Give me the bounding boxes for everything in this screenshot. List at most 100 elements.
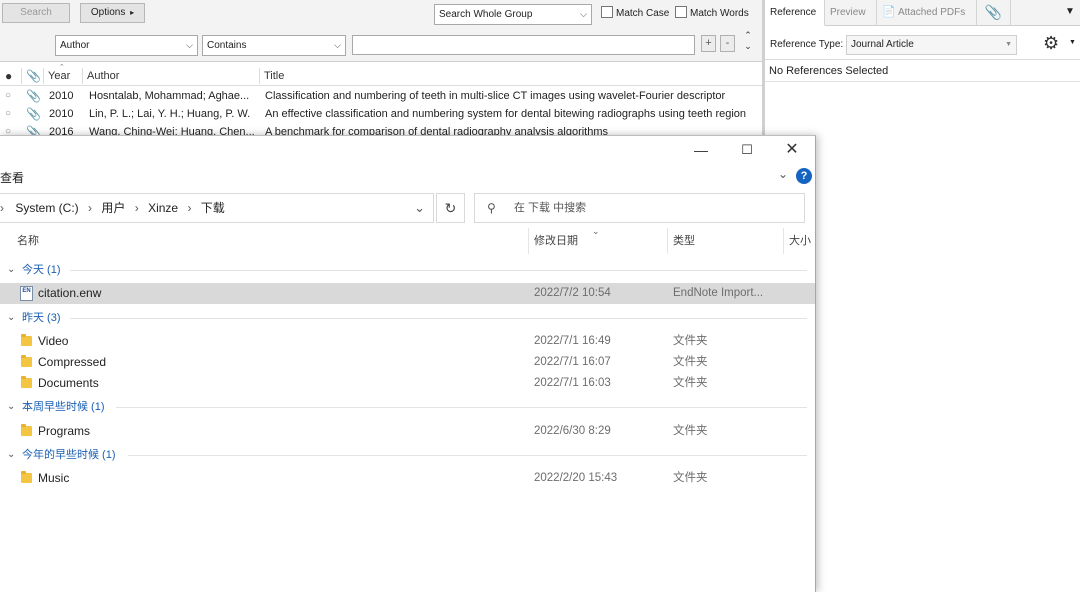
chevron-down-icon[interactable]: ▼ [1069,39,1076,46]
reference-row[interactable]: ○ 📎 2010 Hosntalab, Mohammad; Aghae... C… [0,87,762,105]
file-explorer-window: — ☐ ✕ 查看 ⌄ ? › System (C:) › 用户 › Xinze … [0,135,816,592]
column-separator [82,68,83,84]
search-scope-select[interactable]: Search Whole Group ⌵ [434,4,592,25]
chevron-down-icon: ⌵ [334,40,341,50]
breadcrumb-chevron-icon: › [187,201,192,215]
folder-icon [21,355,32,367]
ribbon-tab-view[interactable]: 查看 [0,169,24,186]
checkbox-box [601,6,613,18]
file-date: 2022/7/1 16:03 [534,377,611,389]
file-name: citation.enw [38,286,102,300]
group-header[interactable]: ⌄ 今年的早些时候 (1) [0,446,815,464]
breadcrumb-downloads[interactable]: 下载 [201,201,225,215]
explorer-address-row: › System (C:) › 用户 › Xinze › 下载 ⌄ ↻ ⚲ 在 … [0,192,815,224]
match-case-checkbox[interactable]: Match Case [601,6,669,21]
file-row[interactable]: Documents 2022/7/1 16:03 文件夹 [0,373,815,394]
options-label: Options [90,7,126,18]
breadcrumb-user[interactable]: Xinze [148,201,178,215]
attachment-column-icon[interactable]: 📎 [26,68,41,84]
file-row[interactable]: Compressed 2022/7/1 16:07 文件夹 [0,352,815,373]
tab-reference[interactable]: Reference [765,0,825,26]
enw-icon-label: EN [22,288,31,294]
group-header[interactable]: ⌄ 今天 (1) [0,261,815,279]
minimize-button[interactable]: — [678,136,724,166]
file-row[interactable]: EN citation.enw 2022/7/2 10:54 EndNote I… [0,283,815,304]
reference-year: 2010 [49,90,74,102]
settings-gear-icon[interactable]: ⚙ [1043,33,1059,54]
group-collapse-chevron-icon: ⌄ [7,449,16,460]
match-words-checkbox[interactable]: Match Words [675,6,749,21]
group-label: 昨天 (3) [22,312,61,324]
file-date: 2022/7/2 10:54 [534,287,611,299]
chevron-down-icon: ⌵ [580,9,587,19]
options-button[interactable]: Options ▸ [80,3,145,23]
maximize-button[interactable]: ☐ [724,136,770,166]
scroll-arrows-icon[interactable]: ⌃ ⌄ [742,30,754,52]
search-placeholder: 在 下载 中搜索 [514,202,587,214]
expand-ribbon-chevron-icon[interactable]: ⌄ [778,167,788,181]
close-button[interactable]: ✕ [769,136,815,166]
breadcrumb-chevron-icon: › [134,201,139,215]
search-value-input[interactable] [352,35,695,55]
group-header[interactable]: ⌄ 本周早些时候 (1) [0,398,815,416]
search-button[interactable]: Search [2,3,70,23]
tab-preview[interactable]: Preview [825,0,877,26]
file-name: Compressed [38,355,107,369]
reference-title: An effective classification and numberin… [265,108,747,120]
condition-select[interactable]: Contains ⌵ [202,35,346,56]
read-status-column-icon[interactable]: ● [5,68,12,84]
column-separator [528,228,529,254]
column-title[interactable]: Title [264,68,284,84]
field-select[interactable]: Author ⌵ [55,35,198,56]
column-author[interactable]: Author [87,68,119,84]
file-date: 2022/7/1 16:49 [534,335,611,347]
explorer-title-bar[interactable]: — ☐ ✕ [0,136,815,166]
sort-descending-icon: ⌄ [592,226,600,236]
reference-list-header: ● 📎 Year ⌃ Author Title [0,64,762,86]
reference-row[interactable]: ○ 📎 2010 Lin, P. L.; Lai, Y. H.; Huang, … [0,105,762,123]
group-header[interactable]: ⌄ 昨天 (3) [0,309,815,327]
group-label: 今天 (1) [22,264,61,276]
pdf-icon: 📄 [882,6,896,18]
column-date-modified[interactable]: 修改日期 [534,228,578,254]
file-name: Programs [38,424,91,438]
file-row[interactable]: Music 2022/2/20 15:43 文件夹 [0,468,815,489]
column-type[interactable]: 类型 [673,228,695,254]
file-row[interactable]: Programs 2022/6/30 8:29 文件夹 [0,421,815,442]
reference-type-value: Journal Article [851,39,914,50]
group-label: 本周早些时候 (1) [22,401,105,413]
breadcrumb-chevron-icon: › [88,201,93,215]
column-name[interactable]: 名称 [17,228,39,254]
breadcrumb-chevron-icon: › [0,201,4,215]
refresh-button[interactable]: ↻ [436,193,465,223]
group-collapse-chevron-icon: ⌄ [7,264,16,275]
folder-icon [21,471,32,483]
breadcrumb-drive[interactable]: System (C:) [15,201,78,215]
column-size[interactable]: 大小 [789,228,811,254]
reference-type-row: Reference Type: Journal Article ▼ ⚙ ▼ [765,30,1080,60]
tab-attached-pdfs[interactable]: 📄 Attached PDFs [877,0,977,26]
reference-type-select[interactable]: Journal Article ▼ [846,35,1017,55]
checkbox-box [675,6,687,18]
address-history-chevron-icon[interactable]: ⌄ [414,194,425,222]
panel-menu-chevron-icon[interactable]: ▼ [1065,6,1075,17]
add-field-button[interactable]: + [701,35,716,52]
column-separator [259,68,260,84]
remove-field-button[interactable]: - [720,35,735,52]
file-row[interactable]: Video 2022/7/1 16:49 文件夹 [0,331,815,352]
options-arrow-icon: ▸ [130,8,135,17]
file-type: 文件夹 [673,356,708,368]
unread-dot-icon: ○ [5,108,12,119]
chevron-down-icon: ⌵ [186,40,193,50]
search-box[interactable]: ⚲ 在 下载 中搜索 [474,193,805,223]
help-icon[interactable]: ? [796,168,812,184]
group-divider [116,407,807,408]
file-name: Music [38,471,70,485]
breadcrumb-users[interactable]: 用户 [101,201,125,215]
file-date: 2022/2/20 15:43 [534,472,618,484]
column-separator [21,68,22,84]
file-name: Documents [38,376,99,390]
address-bar[interactable]: › System (C:) › 用户 › Xinze › 下载 ⌄ [0,193,434,223]
attach-file-icon[interactable]: 📎 [977,0,1011,26]
file-type: EndNote Import... [673,287,764,299]
